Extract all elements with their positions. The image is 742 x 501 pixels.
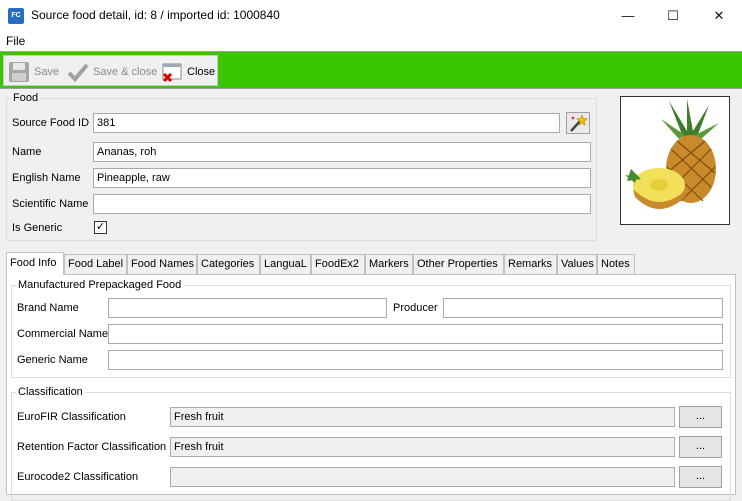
- name-label: Name: [12, 146, 42, 158]
- is-generic-label: Is Generic: [12, 222, 63, 234]
- scientific-name-field[interactable]: [93, 194, 591, 214]
- classification-legend: Classification: [18, 386, 83, 398]
- save-close-label: Save & close: [93, 66, 158, 78]
- save-label: Save: [34, 66, 60, 78]
- tab-values[interactable]: Values: [557, 254, 597, 274]
- floppy-disk-icon: [8, 61, 30, 83]
- manufactured-food-legend: Manufactured Prepackaged Food: [18, 279, 182, 291]
- tab-food-names[interactable]: Food Names: [127, 254, 197, 274]
- source-food-id-field[interactable]: 381: [93, 113, 560, 133]
- tab-other-properties[interactable]: Other Properties: [413, 254, 504, 274]
- retention-browse-button[interactable]: ...: [679, 436, 722, 458]
- scientific-name-label: Scientific Name: [12, 198, 89, 210]
- retention-factor-field[interactable]: Fresh fruit: [170, 437, 675, 457]
- eurofir-browse-button[interactable]: ...: [679, 406, 722, 428]
- retention-factor-label: Retention Factor Classification: [17, 441, 167, 453]
- maximize-button[interactable]: ☐: [650, 0, 696, 31]
- eurofir-classification-label: EuroFIR Classification: [17, 411, 126, 423]
- pineapple-image: [625, 99, 719, 209]
- close-window-button[interactable]: ✕: [696, 0, 742, 31]
- is-generic-checkbox[interactable]: ✓: [94, 221, 107, 234]
- tab-categories[interactable]: Categories: [197, 254, 260, 274]
- toolbar: Save Save & close Close: [0, 51, 742, 89]
- name-field[interactable]: Ananas, roh: [93, 142, 591, 162]
- tab-food-label[interactable]: Food Label: [64, 254, 127, 274]
- tab-food-info[interactable]: Food Info: [6, 252, 64, 275]
- eurocode2-field[interactable]: [170, 467, 675, 487]
- tab-markers[interactable]: Markers: [365, 254, 413, 274]
- save-close-button[interactable]: Save & close: [67, 60, 157, 84]
- generate-id-button[interactable]: [566, 112, 590, 134]
- menu-bar: File: [0, 31, 742, 51]
- tab-notes[interactable]: Notes: [597, 254, 635, 274]
- title-bar: FC Source food detail, id: 8 / imported …: [0, 0, 742, 31]
- generic-name-label: Generic Name: [17, 354, 88, 366]
- tab-remarks[interactable]: Remarks: [504, 254, 557, 274]
- food-image: [620, 96, 730, 225]
- window-title: Source food detail, id: 8 / imported id:…: [31, 8, 280, 22]
- producer-label: Producer: [393, 302, 438, 314]
- eurofir-classification-field[interactable]: Fresh fruit: [170, 407, 675, 427]
- save-button[interactable]: Save: [8, 60, 59, 84]
- english-name-label: English Name: [12, 172, 81, 184]
- app-icon: FC: [8, 8, 24, 24]
- source-food-id-label: Source Food ID: [12, 117, 90, 129]
- generic-name-field[interactable]: [108, 350, 723, 370]
- commercial-name-label: Commercial Name: [17, 328, 109, 340]
- eurocode2-label: Eurocode2 Classification: [17, 471, 139, 483]
- tab-langual[interactable]: LanguaL: [260, 254, 311, 274]
- minimize-button[interactable]: —: [605, 0, 651, 31]
- english-name-field[interactable]: Pineapple, raw: [93, 168, 591, 188]
- producer-field[interactable]: [443, 298, 723, 318]
- close-button[interactable]: Close: [161, 60, 215, 84]
- source-food-detail-window: FC Source food detail, id: 8 / imported …: [0, 0, 742, 501]
- food-group-legend: Food: [13, 92, 39, 104]
- checkmark-icon: [67, 61, 89, 83]
- brand-name-label: Brand Name: [17, 302, 79, 314]
- close-label: Close: [187, 66, 216, 78]
- close-document-icon: [161, 61, 183, 83]
- magic-wand-icon: [570, 114, 588, 132]
- tab-foodex2[interactable]: FoodEx2: [311, 254, 365, 274]
- menu-file[interactable]: File: [6, 34, 25, 48]
- toolbar-buttons: Save Save & close Close: [3, 55, 218, 86]
- commercial-name-field[interactable]: [108, 324, 723, 344]
- brand-name-field[interactable]: [108, 298, 387, 318]
- eurocode2-browse-button[interactable]: ...: [679, 466, 722, 488]
